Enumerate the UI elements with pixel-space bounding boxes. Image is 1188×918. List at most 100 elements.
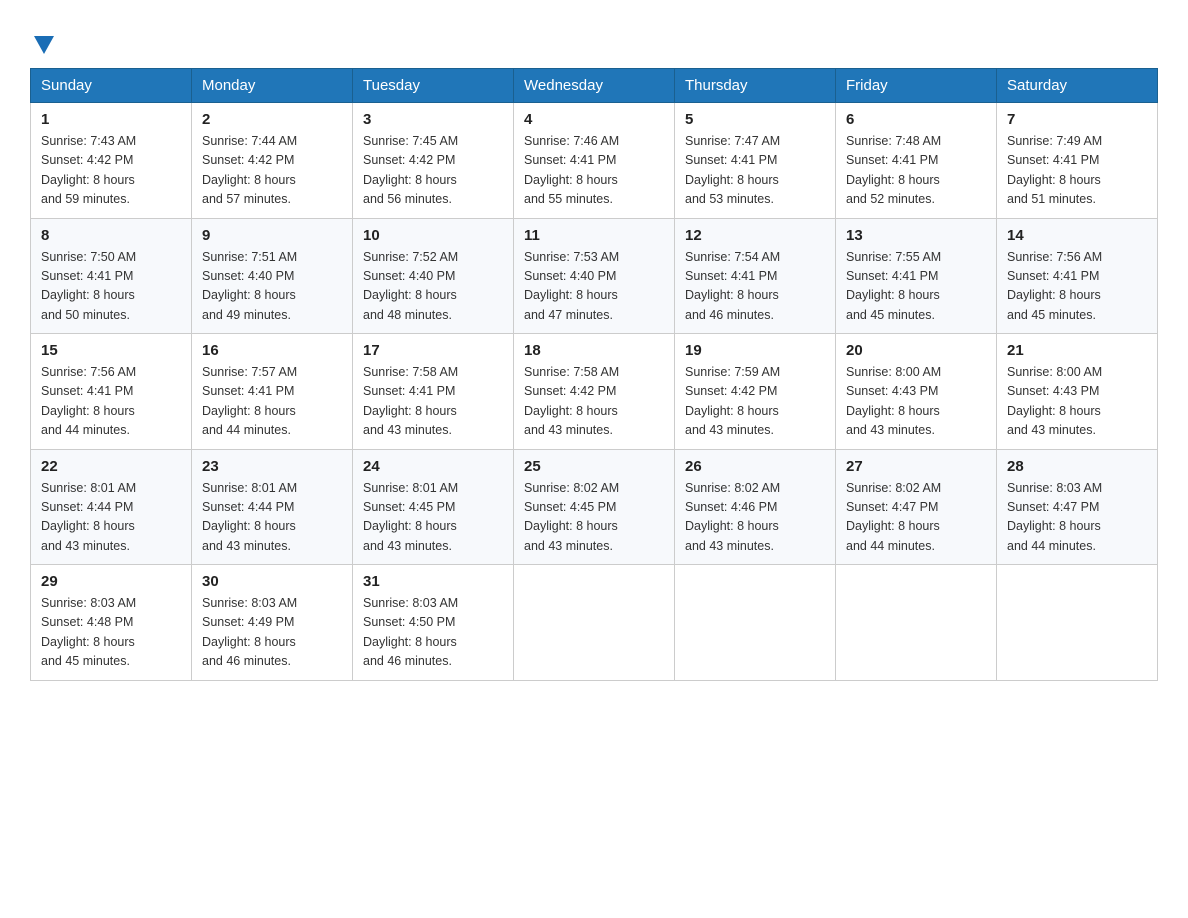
calendar-cell-4-1: 22 Sunrise: 8:01 AMSunset: 4:44 PMDayligh…: [31, 449, 192, 565]
day-number: 12: [685, 227, 825, 244]
day-number: 2: [202, 111, 342, 128]
weekday-header-saturday: Saturday: [997, 69, 1158, 103]
day-info: Sunrise: 7:56 AMSunset: 4:41 PMDaylight:…: [41, 363, 181, 441]
weekday-header-wednesday: Wednesday: [514, 69, 675, 103]
calendar-cell-1-7: 7 Sunrise: 7:49 AMSunset: 4:41 PMDaylight…: [997, 103, 1158, 219]
calendar-cell-1-3: 3 Sunrise: 7:45 AMSunset: 4:42 PMDaylight…: [353, 103, 514, 219]
calendar-cell-5-1: 29 Sunrise: 8:03 AMSunset: 4:48 PMDayligh…: [31, 565, 192, 681]
weekday-header-thursday: Thursday: [675, 69, 836, 103]
calendar-cell-2-6: 13 Sunrise: 7:55 AMSunset: 4:41 PMDayligh…: [836, 218, 997, 334]
weekday-header-friday: Friday: [836, 69, 997, 103]
calendar-table: SundayMondayTuesdayWednesdayThursdayFrid…: [30, 68, 1158, 681]
day-number: 21: [1007, 342, 1147, 359]
day-info: Sunrise: 8:03 AMSunset: 4:49 PMDaylight:…: [202, 594, 342, 672]
day-info: Sunrise: 7:53 AMSunset: 4:40 PMDaylight:…: [524, 248, 664, 326]
calendar-cell-2-3: 10 Sunrise: 7:52 AMSunset: 4:40 PMDayligh…: [353, 218, 514, 334]
day-number: 29: [41, 573, 181, 590]
day-number: 26: [685, 458, 825, 475]
day-number: 31: [363, 573, 503, 590]
calendar-cell-2-4: 11 Sunrise: 7:53 AMSunset: 4:40 PMDayligh…: [514, 218, 675, 334]
day-number: 22: [41, 458, 181, 475]
day-info: Sunrise: 7:51 AMSunset: 4:40 PMDaylight:…: [202, 248, 342, 326]
calendar-cell-1-5: 5 Sunrise: 7:47 AMSunset: 4:41 PMDaylight…: [675, 103, 836, 219]
calendar-cell-2-1: 8 Sunrise: 7:50 AMSunset: 4:41 PMDaylight…: [31, 218, 192, 334]
weekday-header-sunday: Sunday: [31, 69, 192, 103]
day-number: 8: [41, 227, 181, 244]
calendar-cell-3-2: 16Sunrise: 7:57 AMSunset: 4:41 PMDayligh…: [192, 334, 353, 450]
day-info: Sunrise: 8:03 AMSunset: 4:47 PMDaylight:…: [1007, 479, 1147, 557]
day-number: 9: [202, 227, 342, 244]
calendar-cell-1-4: 4Sunrise: 7:46 AMSunset: 4:41 PMDaylight…: [514, 103, 675, 219]
calendar-cell-3-3: 17 Sunrise: 7:58 AMSunset: 4:41 PMDayligh…: [353, 334, 514, 450]
weekday-header-tuesday: Tuesday: [353, 69, 514, 103]
calendar-week-row-3: 15 Sunrise: 7:56 AMSunset: 4:41 PMDayligh…: [31, 334, 1158, 450]
logo-triangle-icon: [34, 36, 54, 54]
calendar-cell-2-7: 14 Sunrise: 7:56 AMSunset: 4:41 PMDayligh…: [997, 218, 1158, 334]
day-number: 3: [363, 111, 503, 128]
day-info: Sunrise: 7:45 AMSunset: 4:42 PMDaylight:…: [363, 132, 503, 210]
day-number: 25: [524, 458, 664, 475]
day-info: Sunrise: 7:58 AMSunset: 4:42 PMDaylight:…: [524, 363, 664, 441]
day-info: Sunrise: 8:00 AMSunset: 4:43 PMDaylight:…: [1007, 363, 1147, 441]
day-info: Sunrise: 7:59 AMSunset: 4:42 PMDaylight:…: [685, 363, 825, 441]
day-number: 7: [1007, 111, 1147, 128]
day-info: Sunrise: 8:01 AMSunset: 4:44 PMDaylight:…: [41, 479, 181, 557]
day-number: 20: [846, 342, 986, 359]
calendar-cell-3-6: 20 Sunrise: 8:00 AMSunset: 4:43 PMDayligh…: [836, 334, 997, 450]
calendar-cell-5-4: [514, 565, 675, 681]
logo: [30, 28, 54, 50]
calendar-week-row-5: 29 Sunrise: 8:03 AMSunset: 4:48 PMDayligh…: [31, 565, 1158, 681]
day-info: Sunrise: 7:49 AMSunset: 4:41 PMDaylight:…: [1007, 132, 1147, 210]
day-info: Sunrise: 8:00 AMSunset: 4:43 PMDaylight:…: [846, 363, 986, 441]
calendar-week-row-2: 8 Sunrise: 7:50 AMSunset: 4:41 PMDaylight…: [31, 218, 1158, 334]
calendar-week-row-1: 1 Sunrise: 7:43 AMSunset: 4:42 PMDaylight…: [31, 103, 1158, 219]
calendar-header-row: SundayMondayTuesdayWednesdayThursdayFrid…: [31, 69, 1158, 103]
calendar-cell-3-5: 19 Sunrise: 7:59 AMSunset: 4:42 PMDayligh…: [675, 334, 836, 450]
day-info: Sunrise: 7:55 AMSunset: 4:41 PMDaylight:…: [846, 248, 986, 326]
day-info: Sunrise: 7:52 AMSunset: 4:40 PMDaylight:…: [363, 248, 503, 326]
day-info: Sunrise: 7:56 AMSunset: 4:41 PMDaylight:…: [1007, 248, 1147, 326]
calendar-cell-2-2: 9 Sunrise: 7:51 AMSunset: 4:40 PMDaylight…: [192, 218, 353, 334]
day-info: Sunrise: 7:58 AMSunset: 4:41 PMDaylight:…: [363, 363, 503, 441]
day-number: 15: [41, 342, 181, 359]
day-number: 16: [202, 342, 342, 359]
calendar-cell-4-3: 24 Sunrise: 8:01 AMSunset: 4:45 PMDayligh…: [353, 449, 514, 565]
day-number: 1: [41, 111, 181, 128]
day-info: Sunrise: 7:54 AMSunset: 4:41 PMDaylight:…: [685, 248, 825, 326]
calendar-cell-1-6: 6Sunrise: 7:48 AMSunset: 4:41 PMDaylight…: [836, 103, 997, 219]
day-info: Sunrise: 8:01 AMSunset: 4:44 PMDaylight:…: [202, 479, 342, 557]
day-number: 30: [202, 573, 342, 590]
day-number: 4: [524, 111, 664, 128]
day-info: Sunrise: 7:47 AMSunset: 4:41 PMDaylight:…: [685, 132, 825, 210]
calendar-cell-5-2: 30 Sunrise: 8:03 AMSunset: 4:49 PMDayligh…: [192, 565, 353, 681]
calendar-week-row-4: 22 Sunrise: 8:01 AMSunset: 4:44 PMDayligh…: [31, 449, 1158, 565]
calendar-cell-4-6: 27 Sunrise: 8:02 AMSunset: 4:47 PMDayligh…: [836, 449, 997, 565]
day-info: Sunrise: 8:03 AMSunset: 4:48 PMDaylight:…: [41, 594, 181, 672]
calendar-cell-1-2: 2 Sunrise: 7:44 AMSunset: 4:42 PMDaylight…: [192, 103, 353, 219]
day-number: 10: [363, 227, 503, 244]
day-number: 6: [846, 111, 986, 128]
day-info: Sunrise: 7:44 AMSunset: 4:42 PMDaylight:…: [202, 132, 342, 210]
day-number: 11: [524, 227, 664, 244]
day-number: 18: [524, 342, 664, 359]
calendar-cell-3-1: 15 Sunrise: 7:56 AMSunset: 4:41 PMDayligh…: [31, 334, 192, 450]
calendar-cell-4-4: 25Sunrise: 8:02 AMSunset: 4:45 PMDayligh…: [514, 449, 675, 565]
day-number: 27: [846, 458, 986, 475]
page-header: [30, 20, 1158, 50]
day-number: 17: [363, 342, 503, 359]
calendar-cell-4-5: 26Sunrise: 8:02 AMSunset: 4:46 PMDayligh…: [675, 449, 836, 565]
calendar-cell-5-7: [997, 565, 1158, 681]
day-number: 24: [363, 458, 503, 475]
day-number: 28: [1007, 458, 1147, 475]
day-info: Sunrise: 7:43 AMSunset: 4:42 PMDaylight:…: [41, 132, 181, 210]
calendar-cell-3-4: 18 Sunrise: 7:58 AMSunset: 4:42 PMDayligh…: [514, 334, 675, 450]
day-info: Sunrise: 8:02 AMSunset: 4:47 PMDaylight:…: [846, 479, 986, 557]
day-number: 14: [1007, 227, 1147, 244]
calendar-cell-2-5: 12 Sunrise: 7:54 AMSunset: 4:41 PMDayligh…: [675, 218, 836, 334]
day-number: 13: [846, 227, 986, 244]
day-info: Sunrise: 8:01 AMSunset: 4:45 PMDaylight:…: [363, 479, 503, 557]
day-number: 23: [202, 458, 342, 475]
day-info: Sunrise: 7:50 AMSunset: 4:41 PMDaylight:…: [41, 248, 181, 326]
day-number: 19: [685, 342, 825, 359]
day-number: 5: [685, 111, 825, 128]
